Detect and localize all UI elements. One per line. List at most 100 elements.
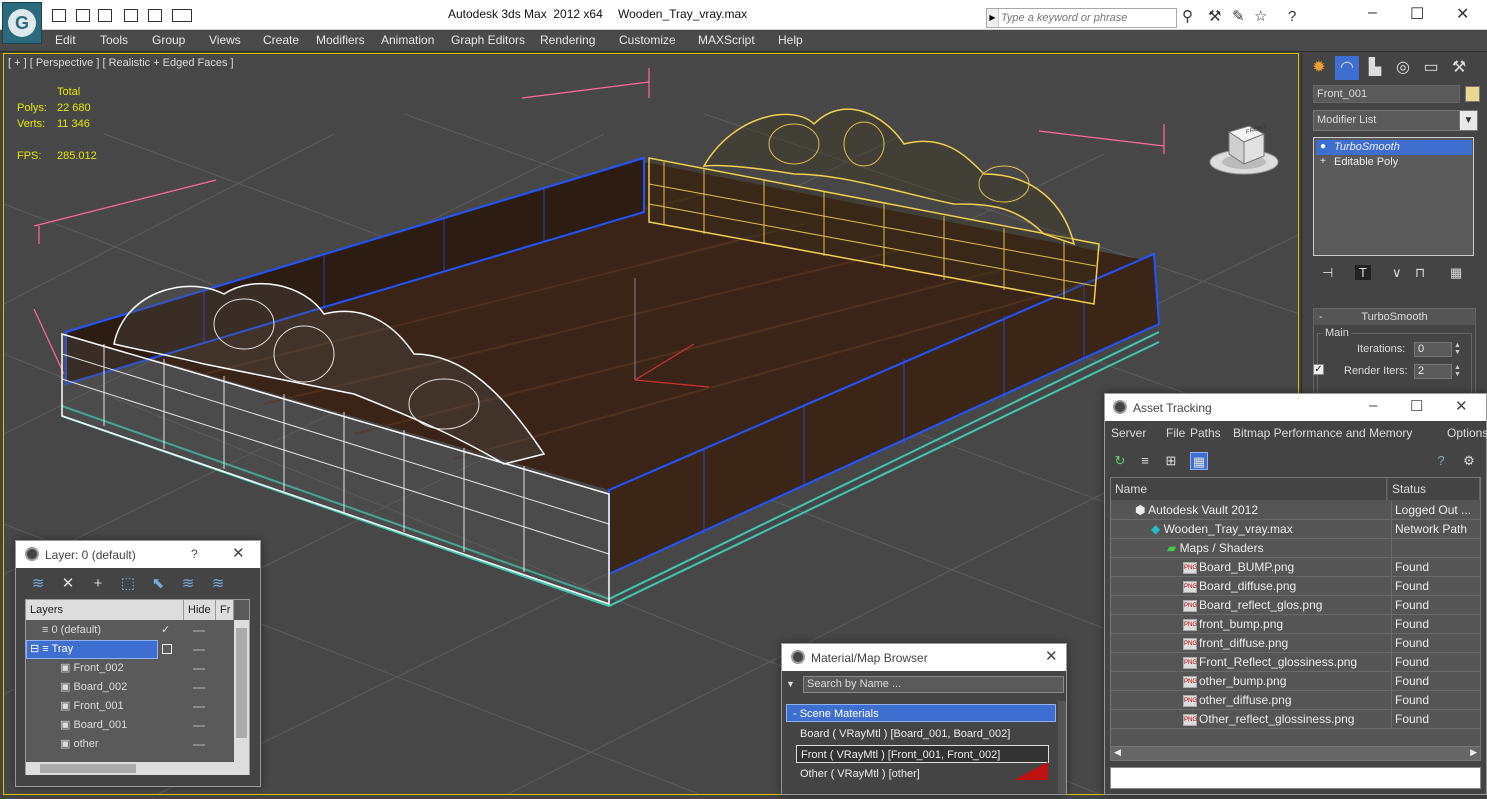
maximize-icon[interactable]: ☐: [1410, 397, 1423, 415]
menu-modifiers[interactable]: Modifiers: [316, 33, 365, 47]
subscription-icon[interactable]: ✎: [1232, 9, 1245, 24]
options-dropdown-icon[interactable]: ▼: [786, 679, 795, 689]
menu-group[interactable]: Group: [152, 33, 185, 47]
menu-edit[interactable]: Edit: [55, 33, 76, 47]
table-view-icon[interactable]: ▦: [1190, 452, 1208, 470]
list-view-icon[interactable]: ≡: [1136, 452, 1154, 470]
horizontal-scrollbar[interactable]: ◀ ▶: [1111, 746, 1480, 760]
collapse-icon[interactable]: ⊟: [30, 643, 42, 655]
column-header-layers[interactable]: Layers: [26, 600, 184, 620]
table-row[interactable]: PNG Front_Reflect_glossiness.png Found: [1111, 653, 1480, 672]
render-iters-spinner[interactable]: 2: [1414, 364, 1452, 379]
minimize-icon[interactable]: –: [1369, 397, 1377, 414]
search-by-name-input[interactable]: Search by Name ...: [803, 676, 1064, 693]
column-header-hide[interactable]: Hide: [184, 600, 216, 620]
modify-tab-icon[interactable]: ◠: [1335, 56, 1359, 80]
menu-bitmap-performance[interactable]: Bitmap Performance and Memory: [1233, 426, 1412, 440]
scene-materials-group[interactable]: - Scene Materials: [786, 704, 1056, 722]
undo-icon[interactable]: [98, 9, 112, 22]
table-row[interactable]: PNG Board_reflect_glos.png Found: [1111, 596, 1480, 615]
highlight-layer-icon[interactable]: ⬉: [148, 574, 168, 594]
column-header-name[interactable]: Name: [1111, 478, 1387, 500]
menu-options[interactable]: Options: [1447, 426, 1487, 440]
rollout-header[interactable]: - TurboSmooth: [1314, 309, 1475, 325]
table-row[interactable]: PNG other_bump.png Found: [1111, 672, 1480, 691]
hide-toggle[interactable]: [193, 744, 205, 746]
utilities-tab-icon[interactable]: ⚒: [1447, 56, 1471, 80]
menu-paths[interactable]: Paths: [1190, 426, 1221, 440]
table-row[interactable]: ▰ Maps / Shaders: [1111, 539, 1480, 558]
vertical-scrollbar[interactable]: [1058, 701, 1066, 793]
dialog-title-bar[interactable]: Layer: 0 (default) ? ✕: [16, 541, 260, 567]
menu-create[interactable]: Create: [263, 33, 299, 47]
layer-row[interactable]: ▣ other: [26, 735, 234, 754]
pin-stack-icon[interactable]: ⊣: [1322, 265, 1333, 281]
menu-views[interactable]: Views: [209, 33, 241, 47]
menu-graph-editors[interactable]: Graph Editors: [451, 33, 525, 47]
column-header-freeze[interactable]: Fr: [216, 600, 234, 620]
hide-toggle[interactable]: [193, 725, 205, 727]
modifier-list-dropdown[interactable]: Modifier List ▼: [1313, 110, 1478, 131]
infocenter-search[interactable]: ▶: [986, 8, 1177, 28]
settings-icon[interactable]: ⚙: [1460, 452, 1478, 470]
hide-toggle[interactable]: [193, 668, 205, 670]
menu-server[interactable]: Server: [1111, 426, 1146, 440]
table-row[interactable]: PNG Other_reflect_glossiness.png Found: [1111, 710, 1480, 729]
menu-help[interactable]: Help: [778, 33, 803, 47]
menu-customize[interactable]: Customize: [619, 33, 676, 47]
stack-item-editable-poly[interactable]: + Editable Poly: [1316, 155, 1472, 170]
material-item[interactable]: Other ( VRayMtl ) [other]: [796, 765, 1049, 783]
help-button[interactable]: ?: [191, 547, 198, 561]
tools-icon[interactable]: ⚒: [1208, 9, 1221, 24]
favorites-star-icon[interactable]: ☆: [1254, 9, 1267, 24]
hide-toggle[interactable]: [193, 687, 205, 689]
binoculars-icon[interactable]: ⚲: [1182, 9, 1193, 24]
layer-row-selected[interactable]: ⊟ ≡ Tray: [26, 640, 234, 659]
table-row[interactable]: PNG front_bump.png Found: [1111, 615, 1480, 634]
search-input[interactable]: [1001, 10, 1171, 26]
app-logo[interactable]: G: [2, 2, 42, 44]
layer-row[interactable]: ▣ Front_002: [26, 659, 234, 678]
display-tab-icon[interactable]: ▭: [1419, 56, 1443, 80]
table-row[interactable]: PNG Board_BUMP.png Found: [1111, 558, 1480, 577]
menu-maxscript[interactable]: MAXScript: [698, 33, 755, 47]
lightbulb-icon[interactable]: ●: [1320, 142, 1330, 152]
vertical-scrollbar[interactable]: [234, 620, 249, 765]
dialog-title-bar[interactable]: Asset Tracking – ☐ ✕: [1105, 394, 1486, 420]
menu-tools[interactable]: Tools: [100, 33, 128, 47]
table-row[interactable]: PNG front_diffuse.png Found: [1111, 634, 1480, 653]
new-layer-icon[interactable]: ≋: [28, 574, 48, 594]
collapse-icon[interactable]: -: [1319, 309, 1323, 325]
make-unique-icon[interactable]: ∨: [1392, 265, 1402, 281]
freeze-all-icon[interactable]: ≋: [208, 574, 228, 594]
select-objects-icon[interactable]: ⬚: [118, 574, 138, 594]
maximize-icon[interactable]: ☐: [1410, 4, 1424, 24]
active-layer-check-icon[interactable]: ✓: [161, 621, 170, 640]
iterations-spinner-arrows[interactable]: ▲ ▼: [1454, 342, 1464, 357]
new-scene-icon[interactable]: [52, 9, 66, 22]
viewport-label[interactable]: [ + ] [ Perspective ] [ Realistic + Edge…: [8, 57, 234, 69]
hide-toggle[interactable]: [193, 630, 205, 632]
table-row[interactable]: PNG Board_diffuse.png Found: [1111, 577, 1480, 596]
refresh-icon[interactable]: ↻: [1111, 452, 1129, 470]
iterations-spinner[interactable]: 0: [1414, 342, 1452, 357]
close-icon[interactable]: ✕: [1455, 397, 1468, 415]
search-expand-icon[interactable]: ▶: [987, 9, 999, 27]
close-icon[interactable]: ✕: [1456, 4, 1469, 24]
motion-tab-icon[interactable]: ◎: [1391, 56, 1415, 80]
layer-row[interactable]: ▣ Board_001: [26, 716, 234, 735]
close-icon[interactable]: ✕: [1045, 647, 1058, 665]
hide-toggle[interactable]: [193, 649, 205, 651]
hide-toggle[interactable]: [193, 706, 205, 708]
layer-row[interactable]: ▣ Front_001: [26, 697, 234, 716]
table-row[interactable]: ⬢ Autodesk Vault 2012 Logged Out ...: [1111, 501, 1480, 520]
show-end-result-icon[interactable]: T: [1355, 265, 1371, 280]
hide-all-icon[interactable]: ≋: [178, 574, 198, 594]
scroll-thumb[interactable]: [40, 764, 136, 773]
project-folder-icon[interactable]: [148, 9, 162, 22]
tree-view-icon[interactable]: ⊞: [1162, 452, 1180, 470]
close-icon[interactable]: ✕: [232, 544, 245, 562]
save-icon[interactable]: [76, 9, 90, 22]
material-item-selected[interactable]: Front ( VRayMtl ) [Front_001, Front_002]: [796, 745, 1049, 763]
quick-access-dropdown-icon[interactable]: [172, 9, 192, 22]
